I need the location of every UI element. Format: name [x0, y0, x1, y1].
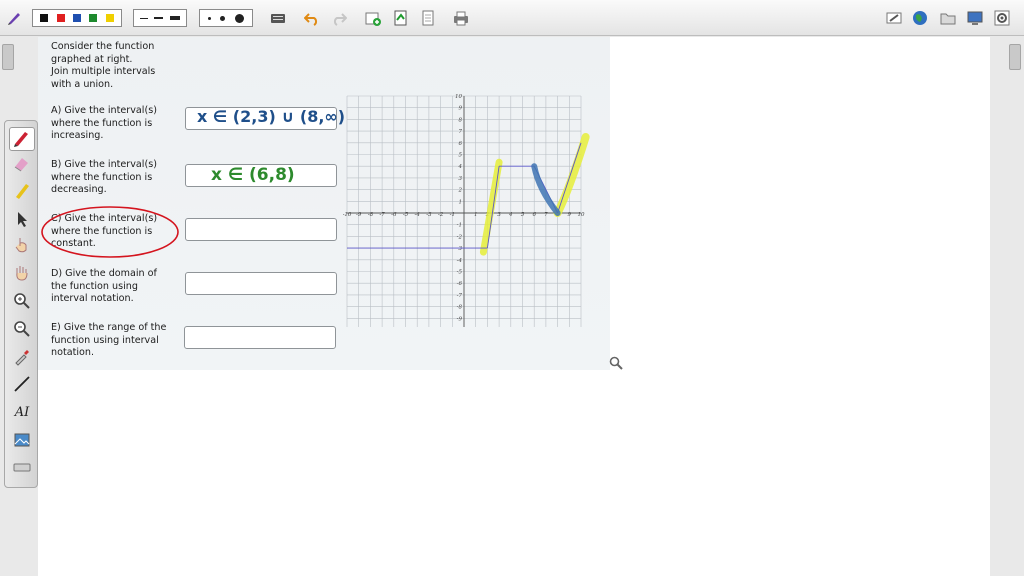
x-tick-label: -9 — [356, 212, 362, 218]
x-tick-label: -10 — [343, 212, 352, 218]
y-tick-label: 2 — [458, 188, 463, 194]
globe-icon[interactable] — [912, 10, 928, 26]
x-tick-label: -3 — [426, 212, 432, 218]
intro-line: Join multiple intervals — [51, 66, 156, 78]
x-tick-label: 4 — [508, 212, 513, 218]
y-tick-label: 6 — [459, 141, 463, 147]
right-panel-grip[interactable] — [1009, 44, 1021, 70]
zoom-in-icon[interactable] — [12, 291, 32, 311]
y-tick-label: 5 — [459, 153, 463, 159]
line-width-selector[interactable] — [133, 9, 187, 27]
y-tick-label: -6 — [457, 281, 463, 287]
left-panel-grip[interactable] — [2, 44, 14, 70]
pan-hand-icon[interactable] — [12, 263, 32, 283]
answer-box-c[interactable] — [185, 218, 337, 241]
export-icon[interactable] — [393, 10, 409, 26]
x-tick-label: 1 — [474, 212, 478, 218]
eraser-icon[interactable] — [886, 10, 902, 26]
question-e: E) Give the range of the function using … — [51, 322, 167, 359]
x-tick-label: 7 — [544, 212, 548, 218]
y-tick-label: -3 — [457, 246, 463, 252]
answer-b-handwriting: x ∈ (6,8) — [211, 165, 295, 185]
color-swatch-0[interactable] — [40, 14, 49, 22]
x-tick-label: -1 — [450, 212, 455, 218]
line-tool-icon[interactable] — [12, 374, 32, 394]
top-toolbar — [0, 0, 1024, 36]
answer-box-e[interactable] — [184, 326, 336, 349]
x-tick-label: -7 — [379, 212, 385, 218]
question-d: D) Give the domain of the function using… — [51, 268, 157, 305]
pointer-hand-icon[interactable] — [12, 235, 32, 255]
x-tick-label: 6 — [532, 212, 536, 218]
function-graph: -10-9-8-7-6-5-4-3-2-11234567891010987654… — [343, 94, 590, 327]
dot-size-selector[interactable] — [199, 9, 253, 27]
answer-box-d[interactable] — [185, 272, 337, 295]
image-tool-icon[interactable] — [12, 430, 32, 450]
y-tick-label: -5 — [457, 270, 463, 276]
y-tick-label: 1 — [459, 199, 463, 205]
color-swatch-1[interactable] — [56, 14, 65, 22]
x-tick-label: -8 — [368, 212, 374, 218]
y-tick-label: 3 — [459, 176, 463, 182]
color-palette[interactable] — [32, 9, 122, 27]
keyboard-tool-icon[interactable] — [12, 457, 32, 477]
red-circle-annotation — [41, 206, 179, 258]
y-tick-label: -7 — [457, 293, 463, 299]
intro-line: with a union. — [51, 78, 114, 90]
folder-icon[interactable] — [940, 10, 956, 26]
intro-line: Consider the function — [51, 41, 155, 52]
color-swatch-3[interactable] — [89, 14, 98, 22]
x-tick-label: 3 — [497, 212, 501, 218]
x-tick-label: 5 — [521, 212, 525, 218]
eraser-tool-icon[interactable] — [12, 154, 32, 174]
keyboard-icon[interactable] — [270, 10, 286, 26]
increasing-highlight — [479, 158, 503, 256]
pen-icon[interactable] — [6, 10, 22, 26]
y-tick-label: -9 — [457, 316, 463, 322]
magnifier-icon[interactable] — [609, 355, 623, 374]
x-tick-label: 10 — [578, 212, 585, 218]
x-tick-label: -6 — [391, 212, 397, 218]
tool-palette: AI — [4, 120, 38, 488]
settings-icon[interactable] — [994, 10, 1010, 26]
x-tick-label: -5 — [403, 212, 409, 218]
eyedropper-icon[interactable] — [12, 347, 32, 367]
question-a: A) Give the interval(s) where the functi… — [51, 105, 157, 142]
y-tick-label: 9 — [459, 106, 463, 112]
select-arrow-icon[interactable] — [12, 209, 32, 229]
x-tick-label: -4 — [415, 212, 421, 218]
redo-icon[interactable] — [331, 10, 348, 26]
worksheet-image: Consider the function graphed at right. … — [38, 37, 623, 370]
y-tick-label: 10 — [455, 94, 462, 100]
color-swatch-2[interactable] — [72, 14, 81, 22]
y-tick-label: -1 — [457, 223, 462, 229]
y-tick-label: -8 — [457, 305, 463, 311]
y-tick-label: -4 — [457, 258, 463, 264]
page-icon[interactable] — [420, 10, 436, 26]
x-tick-label: -2 — [438, 212, 444, 218]
undo-icon[interactable] — [303, 10, 320, 26]
worksheet-intro: Consider the function graphed at right. … — [51, 41, 181, 91]
x-tick-label: 9 — [568, 212, 572, 218]
y-tick-label: -2 — [457, 234, 463, 240]
text-tool-icon[interactable]: AI — [12, 402, 32, 422]
y-tick-label: 8 — [459, 117, 463, 123]
print-icon[interactable] — [453, 10, 469, 26]
add-page-icon[interactable] — [365, 10, 381, 26]
y-tick-label: 4 — [458, 164, 463, 170]
text-tool-label: AI — [14, 404, 30, 420]
intro-line: graphed at right. — [51, 53, 133, 65]
highlighter-tool-icon[interactable] — [12, 181, 32, 201]
question-b: B) Give the interval(s) where the functi… — [51, 159, 157, 196]
pen-tool-icon[interactable] — [9, 127, 35, 151]
color-swatch-4[interactable] — [105, 14, 114, 22]
answer-a-handwriting: x ∈ (2,3) ∪ (8,∞) — [197, 107, 346, 126]
monitor-icon[interactable] — [967, 10, 983, 26]
y-tick-label: 7 — [459, 129, 463, 135]
zoom-out-icon[interactable] — [12, 319, 32, 339]
